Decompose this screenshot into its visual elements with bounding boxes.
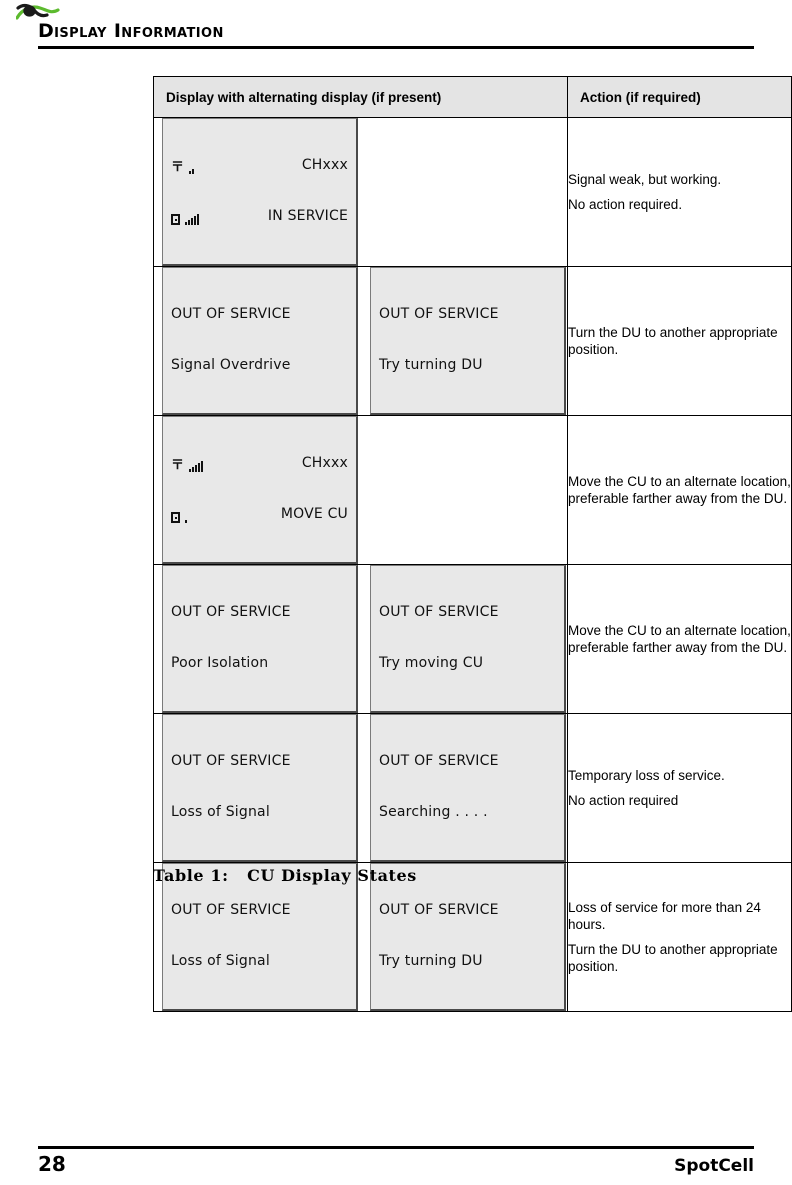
action-cell: Loss of service for more than 24 hours. …	[567, 862, 792, 1012]
action-line: No action required.	[568, 197, 683, 212]
status-lcd-panel: 〒 CHxxx MOVE CU	[162, 416, 358, 564]
panel-row: 〒 CHxxx MOVE CU	[154, 416, 567, 564]
alternate-lcd-panel: OUT OF SERVICE Try moving CU	[370, 565, 566, 713]
panel-row: OUT OF SERVICE Loss of Signal OUT OF SER…	[154, 863, 567, 1011]
antenna-icon: 〒	[171, 161, 195, 174]
lcd-line-1: OUT OF SERVICE	[171, 902, 291, 918]
action-cell: Signal weak, but working. No action requ…	[567, 117, 792, 267]
lcd-line-bottom: IN SERVICE	[171, 208, 348, 225]
alternate-lcd-panel: OUT OF SERVICE Searching . . . .	[370, 714, 566, 862]
lcd-line-2: Try turning DU	[379, 953, 483, 969]
panel-row: OUT OF SERVICE Poor Isolation OUT OF SER…	[154, 565, 567, 713]
lcd-status-label: MOVE CU	[280, 506, 348, 522]
action-line: Move the CU to an alternate location, pr…	[568, 474, 791, 506]
lcd-line-2: Loss of Signal	[171, 804, 270, 820]
header-divider	[38, 46, 754, 49]
lcd-channel-label: CHxxx	[301, 157, 348, 173]
text-lcd-panel: OUT OF SERVICE Loss of Signal	[162, 863, 358, 1011]
lcd-line-2: Signal Overdrive	[171, 357, 291, 373]
lcd-line-2: Loss of Signal	[171, 953, 270, 969]
action-line: Temporary loss of service.	[568, 768, 725, 783]
status-lcd-panel: 〒 CHxxx IN SERVICE	[162, 118, 358, 266]
footer-divider	[38, 1146, 754, 1149]
page-footer: 28 SpotCell	[38, 1152, 754, 1176]
column-header-action: Action (if required)	[567, 76, 792, 118]
action-line: Signal weak, but working.	[568, 172, 722, 187]
table-row: OUT OF SERVICE Signal Overdrive OUT OF S…	[153, 266, 792, 416]
alternate-lcd-panel: OUT OF SERVICE Try turning DU	[370, 863, 566, 1011]
lcd-line-1: OUT OF SERVICE	[379, 306, 499, 322]
lcd-status-label: IN SERVICE	[267, 208, 348, 224]
lcd-line-1: OUT OF SERVICE	[379, 604, 499, 620]
display-cell: OUT OF SERVICE Loss of Signal OUT OF SER…	[153, 713, 568, 863]
page-title: Display Information	[38, 20, 224, 42]
action-line: Move the CU to an alternate location, pr…	[568, 623, 791, 655]
column-header-display: Display with alternating display (if pre…	[153, 76, 568, 118]
alternate-lcd-panel: OUT OF SERVICE Try turning DU	[370, 267, 566, 415]
panel-row: OUT OF SERVICE Loss of Signal OUT OF SER…	[154, 714, 567, 862]
lcd-line-1: OUT OF SERVICE	[171, 753, 291, 769]
signal-bars	[189, 162, 195, 174]
table-row: OUT OF SERVICE Poor Isolation OUT OF SER…	[153, 564, 792, 714]
device-icon	[171, 213, 199, 225]
text-lcd-panel: OUT OF SERVICE Loss of Signal	[162, 714, 358, 862]
signal-bars	[189, 460, 204, 472]
lcd-line-2: Searching . . . .	[379, 804, 488, 820]
action-cell: Temporary loss of service. No action req…	[567, 713, 792, 863]
lcd-line-1: OUT OF SERVICE	[171, 604, 291, 620]
display-cell: 〒 CHxxx MOVE CU	[153, 415, 568, 565]
display-cell: OUT OF SERVICE Poor Isolation OUT OF SER…	[153, 564, 568, 714]
panel-row: 〒 CHxxx IN SERVICE	[154, 118, 567, 266]
lcd-line-1: OUT OF SERVICE	[379, 902, 499, 918]
link-bars	[185, 511, 187, 523]
display-cell: OUT OF SERVICE Signal Overdrive OUT OF S…	[153, 266, 568, 416]
page-header: Display Information	[38, 20, 754, 42]
antenna-icon: 〒	[171, 459, 204, 472]
lcd-line-1: OUT OF SERVICE	[171, 306, 291, 322]
lcd-line-2: Poor Isolation	[171, 655, 269, 671]
lcd-line-top: 〒 CHxxx	[171, 157, 348, 174]
action-line: Turn the DU to another appropriate posit…	[568, 942, 778, 974]
lcd-line-top: 〒 CHxxx	[171, 455, 348, 472]
lcd-line-2: Try moving CU	[379, 655, 484, 671]
action-cell: Move the CU to an alternate location, pr…	[567, 564, 792, 714]
action-cell: Turn the DU to another appropriate posit…	[567, 266, 792, 416]
panel-row: OUT OF SERVICE Signal Overdrive OUT OF S…	[154, 267, 567, 415]
device-icon	[171, 511, 187, 523]
text-lcd-panel: OUT OF SERVICE Poor Isolation	[162, 565, 358, 713]
display-cell: 〒 CHxxx IN SERVICE	[153, 117, 568, 267]
table-header-row: Display with alternating display (if pre…	[153, 76, 792, 118]
lcd-line-bottom: MOVE CU	[171, 506, 348, 523]
link-bars	[185, 213, 199, 225]
action-line: Turn the DU to another appropriate posit…	[568, 325, 778, 357]
lcd-line-2: Try turning DU	[379, 357, 483, 373]
table-row: 〒 CHxxx IN SERVICE Signal weak, but work…	[153, 117, 792, 267]
lcd-channel-label: CHxxx	[301, 455, 348, 471]
text-lcd-panel: OUT OF SERVICE Signal Overdrive	[162, 267, 358, 415]
table-caption: Table 1: CU Display States	[153, 866, 417, 885]
page-number: 28	[38, 1152, 66, 1176]
table-row: OUT OF SERVICE Loss of Signal OUT OF SER…	[153, 713, 792, 863]
table-row: 〒 CHxxx MOVE CU Move the CU to an altern…	[153, 415, 792, 565]
action-line: No action required	[568, 793, 679, 808]
action-line: Loss of service for more than 24 hours.	[568, 900, 761, 932]
action-cell: Move the CU to an alternate location, pr…	[567, 415, 792, 565]
brand-name: SpotCell	[674, 1156, 754, 1176]
lcd-line-1: OUT OF SERVICE	[379, 753, 499, 769]
